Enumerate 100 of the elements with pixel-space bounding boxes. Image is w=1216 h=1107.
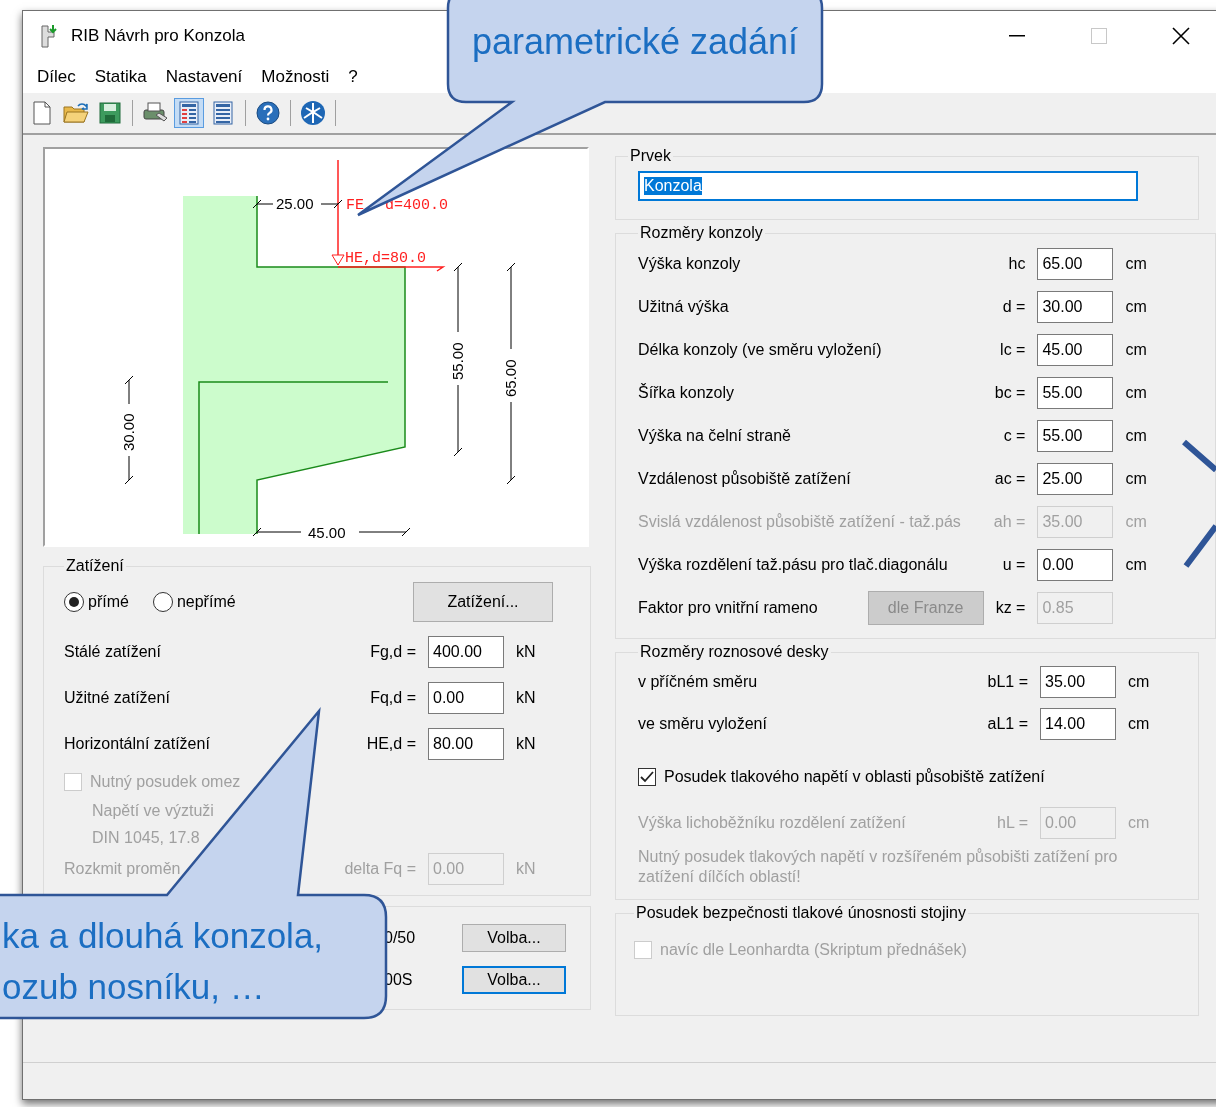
menu-item[interactable]: Dílec	[29, 67, 87, 87]
radio-button[interactable]	[152, 592, 173, 612]
radio-label: nepřímé	[176, 593, 236, 611]
note-text: DIN 1045, 17.8	[91, 828, 201, 848]
radio-label: přímé	[88, 593, 129, 611]
unit-label: cm	[1128, 814, 1151, 832]
symbol-label: hc	[1008, 254, 1026, 273]
menu-item[interactable]: Statika	[86, 67, 158, 87]
maximize-icon	[1091, 28, 1107, 44]
field-label: Horizontální zatížení	[64, 735, 211, 753]
logo-icon	[300, 100, 326, 126]
field-label: Výška konzoly	[638, 254, 742, 273]
unit-label: cm	[1125, 469, 1148, 488]
symbol-label: ac =	[994, 469, 1026, 488]
new-document-icon	[32, 101, 52, 125]
symbol-label: u =	[1002, 555, 1026, 574]
dimension-label: 45.00	[308, 524, 346, 541]
symbol-label: HE,d =	[366, 735, 416, 753]
checkbox-label: Nutný posudek omez	[90, 773, 241, 791]
value-field[interactable]: 55.00	[1037, 376, 1114, 409]
toolbar-button[interactable]	[174, 98, 204, 128]
menu-item[interactable]: Nastavení	[157, 67, 254, 87]
symbol-label: delta Fq =	[344, 860, 416, 878]
load-label: d=400.0	[385, 197, 448, 214]
note-text: Napětí ve výztuži	[91, 801, 215, 821]
unit-label: kN	[516, 643, 537, 661]
field-label: Výška na čelní straně	[638, 426, 792, 445]
symbol-label: hL =	[997, 814, 1028, 832]
radio-button[interactable]	[64, 592, 84, 612]
unit-label: kN	[516, 860, 537, 878]
symbol-label: c =	[1003, 426, 1026, 445]
dimension-label: 30.00	[120, 413, 137, 451]
value-field[interactable]: 55.00	[1037, 419, 1114, 452]
dimension-label: 65.00	[502, 359, 519, 397]
name-field[interactable]: Konzola	[638, 171, 1138, 201]
unit-label: cm	[1125, 426, 1148, 445]
callout-text: ozub nosníku, …	[2, 966, 265, 1008]
symbol-label: ah =	[993, 512, 1026, 531]
help-icon	[256, 101, 280, 125]
menu-item[interactable]: ?	[340, 67, 369, 87]
dimension-label: 55.00	[449, 342, 466, 380]
menu-item[interactable]: Možnosti	[253, 67, 341, 87]
unit-label: kN	[516, 735, 537, 753]
field-label: Délka konzoly (ve směru vyložení)	[638, 340, 883, 359]
group-title: Posudek bezpečnosti tlakové únosnosti stojiny	[635, 904, 967, 922]
group-title: Zatížení	[65, 557, 125, 575]
unit-label: cm	[1125, 383, 1148, 402]
unit-label: cm	[1128, 673, 1151, 691]
checkbox-label: navíc dle Leonhardta (Skriptum přednášek)	[660, 941, 967, 959]
field-label: ve směru vyložení	[638, 715, 768, 733]
field-label: Výška lichoběžníku rozdělení zatížení	[638, 814, 907, 832]
field-label: Rozkmit proměn	[64, 860, 182, 878]
save-icon	[99, 102, 121, 124]
field-label: Šířka konzoly	[638, 383, 736, 402]
table-icon	[179, 101, 199, 125]
value-field[interactable]: 0.00	[428, 682, 504, 714]
field-label: Výška rozdělení taž.pásu pro tlač.diagonálu	[638, 555, 949, 574]
symbol-label: bc =	[994, 383, 1026, 402]
value-field[interactable]: 0.00	[1037, 548, 1114, 581]
checkbox[interactable]	[638, 768, 656, 786]
value-field[interactable]: 400.00	[428, 636, 504, 668]
field-label: Stálé zatížení	[64, 643, 162, 661]
callout-text: ka a dlouhá konzola,	[2, 915, 324, 957]
minimize-icon	[1009, 35, 1025, 37]
symbol-label: kz =	[995, 599, 1026, 617]
value-field[interactable]: 30.00	[1037, 290, 1114, 323]
unit-label: cm	[1128, 715, 1151, 733]
field-label: Užitná výška	[638, 297, 730, 316]
note-text: Nutný posudek tlakových napětí v rozšířeném působišti zatížení pro zatížení dílčích oblastí!	[638, 847, 1119, 887]
folder-icon	[63, 102, 89, 124]
value-field[interactable]: 35.00	[1040, 666, 1116, 698]
dimension-label: 25.00	[276, 195, 314, 212]
group-title: Prvek	[629, 147, 672, 165]
load-button[interactable]: Zatížení...	[413, 582, 553, 622]
field-label: Vzdálenost působiště zatížení	[638, 469, 852, 488]
close-icon	[1172, 27, 1190, 45]
value-field[interactable]: 65.00	[1037, 247, 1114, 280]
choice-button[interactable]: Volba...	[462, 966, 566, 994]
unit-label: cm	[1125, 555, 1148, 574]
field-label: Faktor pro vnitřní rameno	[638, 599, 818, 617]
choice-button[interactable]: Volba...	[462, 924, 566, 952]
symbol-label: bL1 =	[987, 673, 1028, 691]
field-label: v příčném směru	[638, 673, 759, 691]
unit-label: cm	[1125, 254, 1148, 273]
value-field[interactable]: 25.00	[1037, 462, 1114, 495]
symbol-label: Fq,d =	[370, 689, 416, 707]
symbol-label: d =	[1002, 297, 1026, 316]
field-label: Užitné zatížení	[64, 689, 171, 707]
unit-label: kN	[516, 689, 537, 707]
load-label: HE,d=80.0	[345, 250, 426, 267]
field-label: Svislá vzdálenost působiště zatížení - taž.pás	[638, 512, 962, 531]
value-field[interactable]: 14.00	[1040, 708, 1116, 740]
symbol-label: Fg,d =	[370, 643, 416, 661]
window-title: RIB Návrh pro Konzola	[71, 26, 245, 46]
value-field[interactable]: 45.00	[1037, 333, 1114, 366]
symbol-label: lc =	[1000, 340, 1026, 359]
value-field[interactable]: 80.00	[428, 728, 504, 760]
callout-text: parametrické zadání	[470, 20, 800, 64]
unit-label: cm	[1125, 297, 1148, 316]
list-icon	[213, 101, 233, 125]
